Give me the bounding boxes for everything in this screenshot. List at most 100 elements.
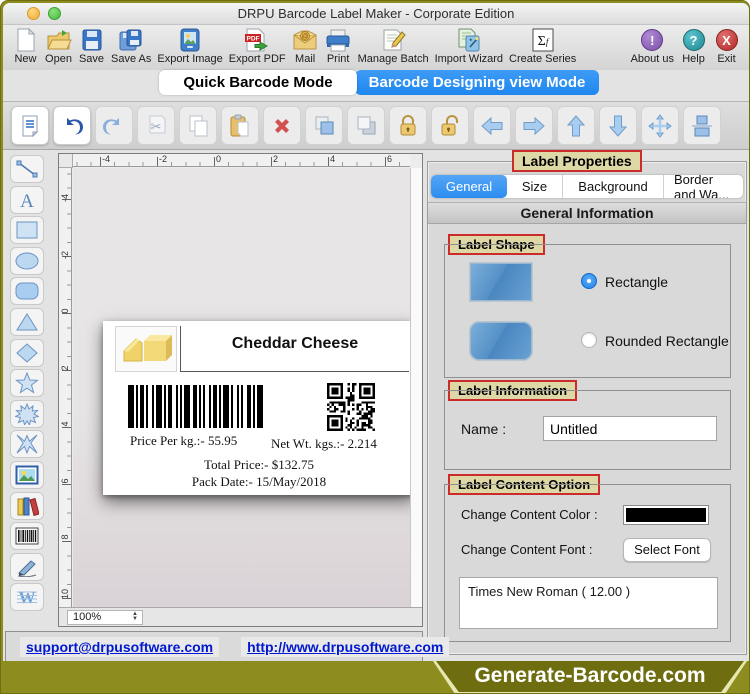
change-content-color-label: Change Content Color : [461,507,598,522]
label-net-weight[interactable]: Net Wt. kgs.:- 2.214 [271,436,377,452]
tab-quick-barcode-mode[interactable]: Quick Barcode Mode [159,70,357,95]
ellipse-tool[interactable] [10,246,44,275]
pen-tool[interactable] [10,552,44,581]
tab-general[interactable]: General [431,175,507,198]
delete-button[interactable] [263,106,301,145]
mail-envelope-icon: @ [292,27,319,53]
label-total-price[interactable]: Total Price:- $132.75 [103,457,410,473]
send-to-back-button[interactable] [347,106,385,145]
open-button[interactable]: Open [45,27,72,65]
mail-button[interactable]: @ Mail [292,27,319,65]
create-series-icon: Σf [529,27,556,53]
rectangle-radio[interactable] [581,273,597,289]
rectangle-radio-label[interactable]: Rectangle [605,274,668,290]
lock-button[interactable] [389,106,427,145]
manage-batch-icon [380,27,407,53]
export-pdf-icon: PDF [244,27,271,53]
triangle-tool[interactable] [10,307,44,336]
library-tool[interactable] [10,491,44,520]
lock-icon [400,114,416,135]
new-button[interactable]: New [12,27,39,65]
pen-icon [17,560,37,577]
content-color-value [626,508,706,522]
properties-note-button[interactable] [11,106,49,145]
move-up-button[interactable] [557,106,595,145]
create-series-button[interactable]: Σf Create Series [509,27,576,65]
label-content-option-group: Change Content Color : Change Content Fo… [444,484,731,642]
label-price-per-kg[interactable]: Price Per kg.:- 55.95 [130,433,237,449]
footer-links-bar: support@drpusoftware.com http://www.drpu… [5,631,450,661]
unlock-button[interactable] [431,106,469,145]
cut-button[interactable]: ✂ [137,106,175,145]
h-ruler-tick: 4 [330,154,336,164]
import-wizard-button[interactable]: Import Wizard [435,27,503,65]
image-tool[interactable] [10,460,44,489]
help-button[interactable]: ? Help [680,27,707,65]
rectangle-tool[interactable] [10,216,44,245]
open-folder-icon [45,27,72,53]
manage-batch-button[interactable]: Manage Batch [358,27,429,65]
export-image-icon [177,27,204,53]
h-ruler-tick: 2 [273,154,279,164]
move-down-button[interactable] [599,106,637,145]
window-content: DRPU Barcode Label Maker - Corporate Edi… [3,3,749,661]
change-content-font-label: Change Content Font : [461,542,593,557]
support-email-chip: support@drpusoftware.com [20,637,220,657]
canvas[interactable]: Cheddar Cheese Price Per kg.:- 55.95 Net… [73,168,410,607]
barcode[interactable] [128,385,266,428]
tab-border-and-watermark[interactable]: Border and Wa... [664,175,743,198]
undo-icon [67,117,83,134]
content-color-swatch[interactable] [623,505,709,525]
cheese-image[interactable] [115,326,177,372]
qr-code[interactable] [327,383,375,431]
save-as-button[interactable]: Save As [111,27,151,65]
bring-to-front-button[interactable] [305,106,343,145]
tab-size[interactable]: Size [507,175,563,198]
label-product-title[interactable]: Cheddar Cheese [181,335,409,353]
move-right-button[interactable] [515,106,553,145]
diamond-tool[interactable] [10,338,44,367]
rounded-rectangle-radio-label[interactable]: Rounded Rectangle [605,333,729,349]
rounded-rectangle-radio[interactable] [581,332,597,348]
watermark-tool[interactable]: W [10,583,44,612]
barcode-tool[interactable] [10,522,44,551]
svg-text:✂: ✂ [151,119,162,134]
line-tool[interactable] [10,155,44,183]
name-input[interactable] [543,416,717,441]
website-link[interactable]: http://www.drpusoftware.com [247,639,443,655]
label-pack-date[interactable]: Pack Date:- 15/May/2018 [103,474,410,490]
move-all-icon [648,113,672,138]
redo-button[interactable] [95,106,133,145]
label-preview[interactable]: Cheddar Cheese Price Per kg.:- 55.95 Net… [103,321,410,495]
exit-button[interactable]: X Exit [713,27,740,65]
align-middle-button[interactable] [683,106,721,145]
h-ruler-tick: 6 [387,154,393,164]
move-left-button[interactable] [473,106,511,145]
center-object-button[interactable] [641,106,679,145]
copy-button[interactable] [179,106,217,145]
zoom-control[interactable]: 100% ▲ ▼ [67,609,143,625]
text-tool[interactable]: A [10,185,44,214]
watermark-icon: W [17,588,37,607]
starburst-tool[interactable] [10,399,44,428]
rounded-rectangle-tool[interactable] [10,277,44,306]
delete-x-icon [275,118,289,133]
canvas-vertical-scrollbar[interactable] [410,168,422,607]
tab-background[interactable]: Background [563,175,664,198]
zoom-stepper[interactable]: ▲ ▼ [128,611,142,624]
note-icon [22,115,39,137]
export-image-button[interactable]: Export Image [157,27,223,65]
v-ruler-tick: -4 [60,194,70,203]
select-font-button[interactable]: Select Font [623,538,711,562]
save-button[interactable]: Save [78,27,105,65]
print-button[interactable]: Print [325,27,352,65]
about-us-button[interactable]: ! About us [631,27,674,65]
four-point-star-tool[interactable] [10,430,44,459]
paste-button[interactable] [221,106,259,145]
export-pdf-button[interactable]: PDF Export PDF [229,27,286,65]
star-tool[interactable] [10,369,44,398]
undo-button[interactable] [53,106,91,145]
support-email-link[interactable]: support@drpusoftware.com [26,639,213,655]
tab-barcode-designing-view-mode[interactable]: Barcode Designing view Mode [355,70,599,95]
triangle-icon [16,313,38,331]
